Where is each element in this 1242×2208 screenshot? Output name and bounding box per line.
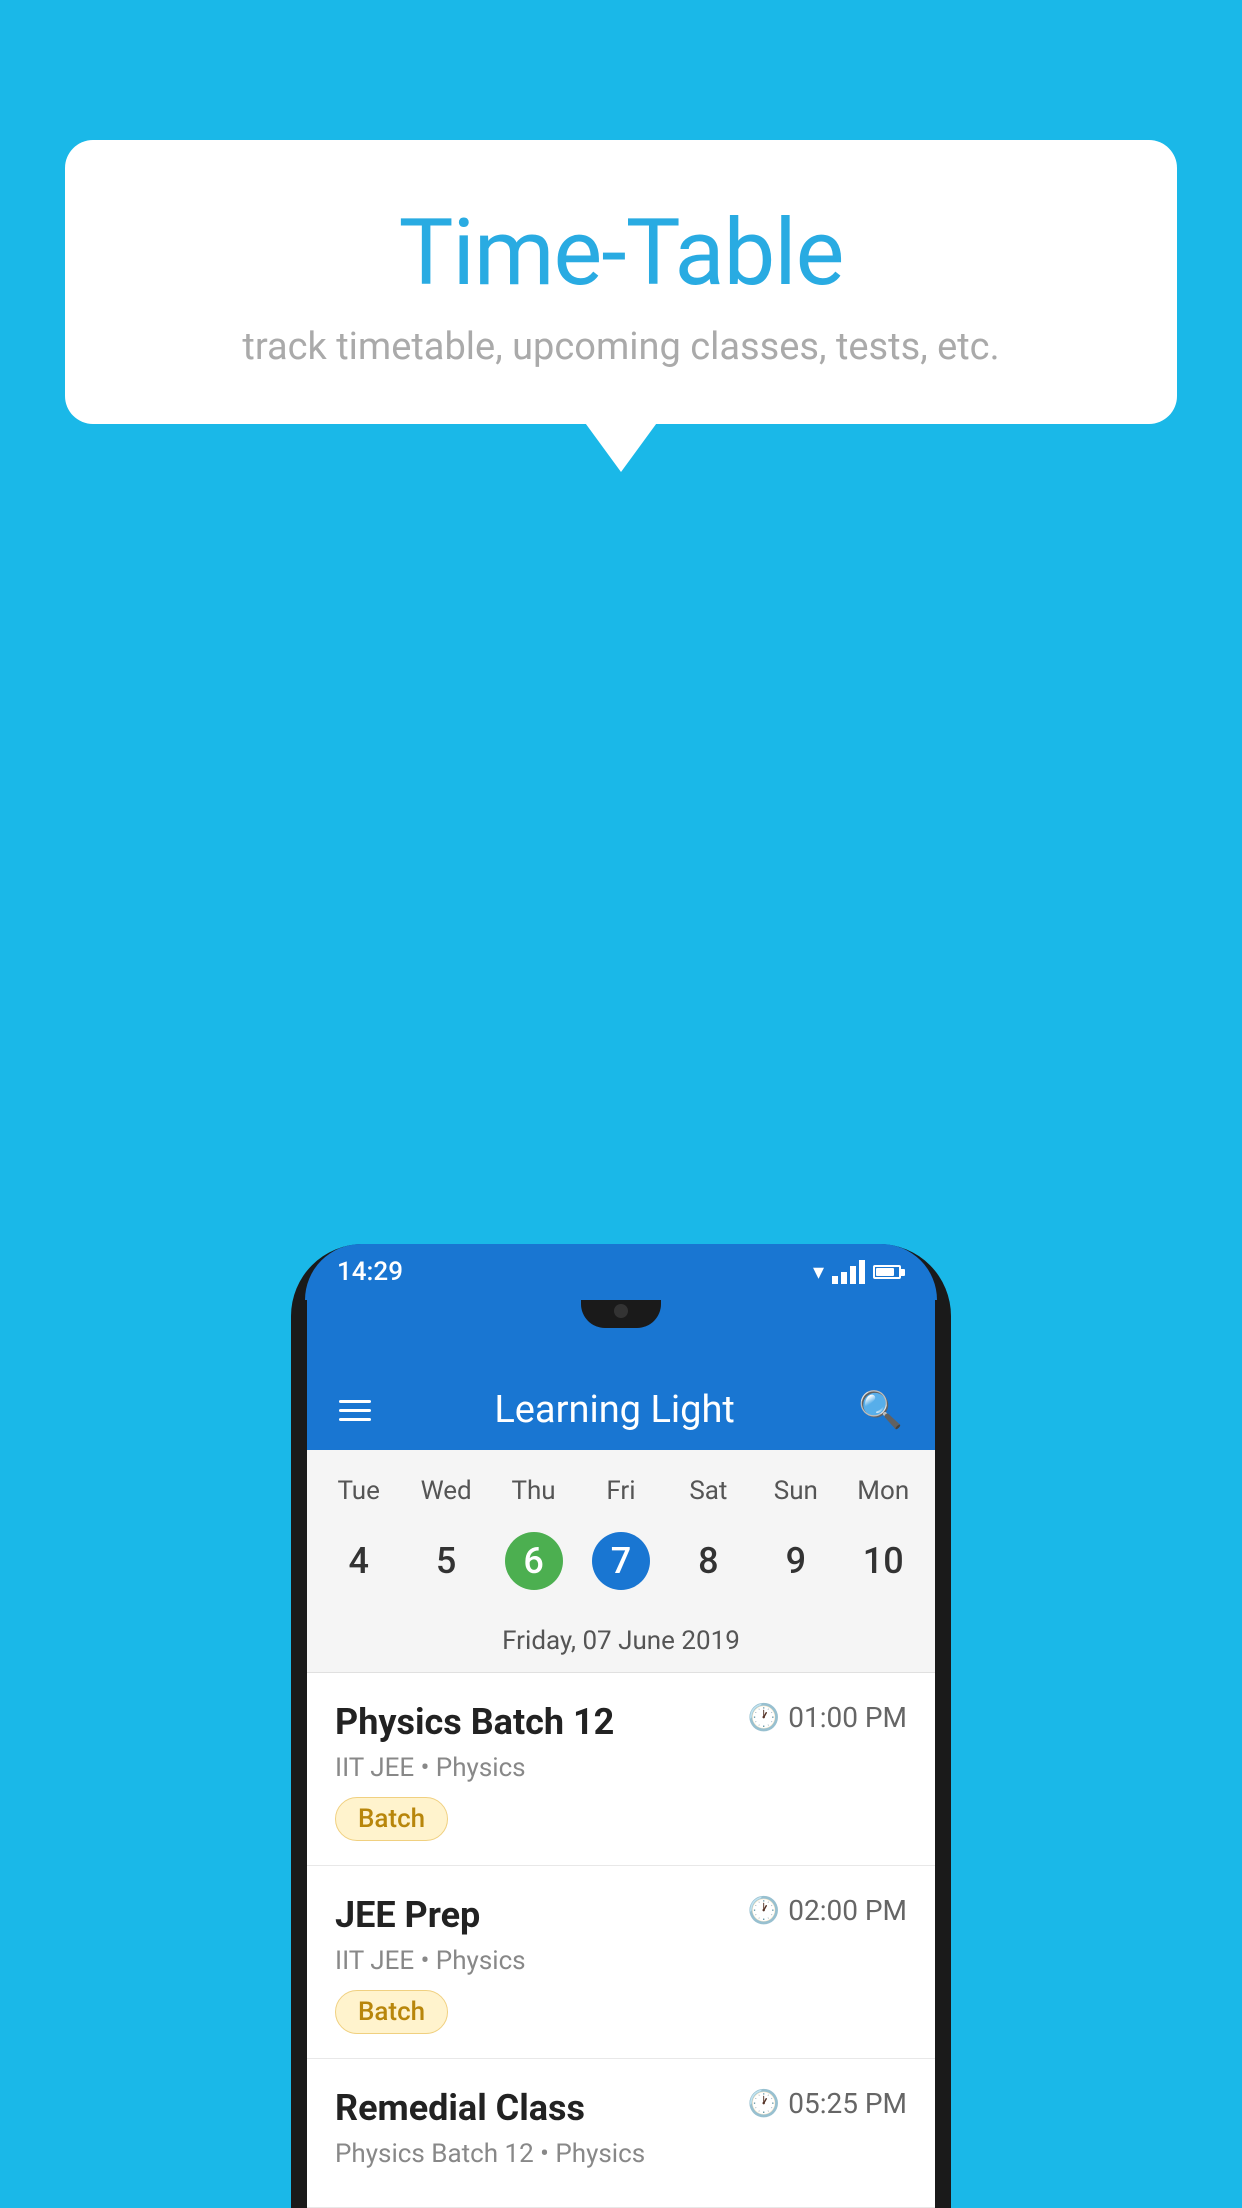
- today-green-circle: 6: [505, 1532, 563, 1590]
- phone-screen: Tue Wed Thu Fri Sat Sun Mon 4 5 6 7: [307, 1450, 935, 2208]
- calendar-section: Tue Wed Thu Fri Sat Sun Mon 4 5 6 7: [307, 1450, 935, 1673]
- schedule-item-2-time-text: 02:00 PM: [788, 1894, 907, 1927]
- day-8[interactable]: 8: [665, 1522, 752, 1600]
- phone-wrapper: 14:29 ▾: [291, 1244, 951, 2208]
- schedule-item-3[interactable]: Remedial Class 🕐 05:25 PM Physics Batch …: [307, 2059, 935, 2208]
- day-header-sun: Sun: [752, 1468, 839, 1514]
- schedule-item-3-sub: Physics Batch 12 • Physics: [335, 2139, 907, 2169]
- selected-date-label: Friday, 07 June 2019: [307, 1618, 935, 1672]
- batch-tag-1: Batch: [335, 1797, 448, 1841]
- phone-outer: 14:29 ▾: [291, 1244, 951, 2208]
- schedule-item-1-time: 🕐 01:00 PM: [748, 1701, 907, 1734]
- signal-bars-icon: [832, 1260, 865, 1284]
- clock-icon-2: 🕐: [748, 1896, 780, 1926]
- notch: [581, 1300, 661, 1328]
- schedule-item-1-title: Physics Batch 12: [335, 1701, 614, 1743]
- schedule-item-3-title: Remedial Class: [335, 2087, 585, 2129]
- batch-tag-2: Batch: [335, 1990, 448, 2034]
- status-bar: 14:29 ▾: [305, 1244, 937, 1300]
- day-numbers: 4 5 6 7 8 9 10: [307, 1514, 935, 1618]
- battery-icon: [873, 1265, 905, 1279]
- day-4[interactable]: 4: [315, 1522, 402, 1600]
- bubble-title: Time-Table: [105, 200, 1137, 307]
- speech-bubble-container: Time-Table track timetable, upcoming cla…: [65, 140, 1177, 424]
- day-header-thu: Thu: [490, 1468, 577, 1514]
- day-9[interactable]: 9: [752, 1522, 839, 1600]
- clock-icon-3: 🕐: [748, 2089, 780, 2119]
- schedule-item-3-header: Remedial Class 🕐 05:25 PM: [335, 2087, 907, 2129]
- schedule-item-1-sub: IIT JEE • Physics: [335, 1753, 907, 1783]
- status-icons: ▾: [813, 1260, 905, 1285]
- schedule-item-3-time-text: 05:25 PM: [788, 2087, 907, 2120]
- status-time: 14:29: [337, 1257, 403, 1287]
- wifi-icon: ▾: [813, 1260, 824, 1285]
- day-5[interactable]: 5: [402, 1522, 489, 1600]
- day-header-fri: Fri: [577, 1468, 664, 1514]
- menu-icon[interactable]: [339, 1400, 371, 1421]
- today-blue-circle: 7: [592, 1532, 650, 1590]
- schedule-item-1[interactable]: Physics Batch 12 🕐 01:00 PM IIT JEE • Ph…: [307, 1673, 935, 1866]
- day-header-mon: Mon: [840, 1468, 927, 1514]
- day-10[interactable]: 10: [840, 1522, 927, 1600]
- schedule-section: Physics Batch 12 🕐 01:00 PM IIT JEE • Ph…: [307, 1673, 935, 2208]
- schedule-item-2-time: 🕐 02:00 PM: [748, 1894, 907, 1927]
- day-header-sat: Sat: [665, 1468, 752, 1514]
- schedule-item-2[interactable]: JEE Prep 🕐 02:00 PM IIT JEE • Physics Ba…: [307, 1866, 935, 2059]
- schedule-item-2-sub: IIT JEE • Physics: [335, 1946, 907, 1976]
- clock-icon-1: 🕐: [748, 1703, 780, 1733]
- schedule-item-2-title: JEE Prep: [335, 1894, 480, 1936]
- bubble-subtitle: track timetable, upcoming classes, tests…: [105, 325, 1137, 369]
- schedule-item-1-header: Physics Batch 12 🕐 01:00 PM: [335, 1701, 907, 1743]
- schedule-item-1-time-text: 01:00 PM: [788, 1701, 907, 1734]
- notch-camera: [614, 1304, 628, 1318]
- day-header-tue: Tue: [315, 1468, 402, 1514]
- schedule-item-3-time: 🕐 05:25 PM: [748, 2087, 907, 2120]
- day-6[interactable]: 6: [490, 1522, 577, 1600]
- day-7[interactable]: 7: [577, 1522, 664, 1600]
- day-header-wed: Wed: [402, 1468, 489, 1514]
- app-title: Learning Light: [494, 1388, 735, 1432]
- speech-bubble: Time-Table track timetable, upcoming cla…: [65, 140, 1177, 424]
- schedule-item-2-header: JEE Prep 🕐 02:00 PM: [335, 1894, 907, 1936]
- notch-row: [307, 1300, 935, 1370]
- search-icon[interactable]: 🔍: [858, 1389, 903, 1431]
- app-bar: Learning Light 🔍: [307, 1370, 935, 1450]
- day-headers: Tue Wed Thu Fri Sat Sun Mon: [307, 1450, 935, 1514]
